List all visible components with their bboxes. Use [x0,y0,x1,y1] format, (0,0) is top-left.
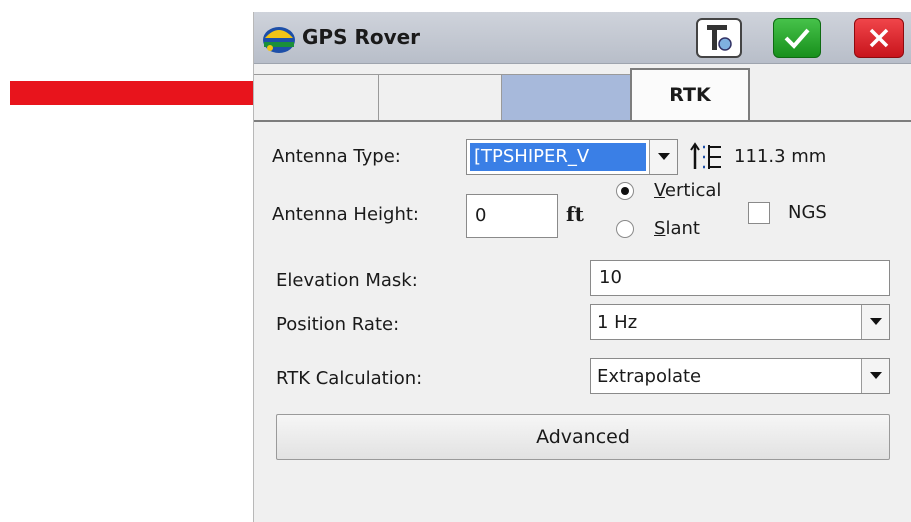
slant-radio[interactable] [616,220,634,238]
vertical-label: Vertical [654,180,722,201]
close-icon [869,28,889,48]
ngs-checkbox[interactable] [748,202,770,224]
antenna-type-select[interactable]: [TPSHIPER_V [466,139,678,175]
title-bar: GPS Rover [254,12,911,64]
rtk-panel: Antenna Type: [TPSHIPER_V 111.3 mm Anten… [254,120,911,522]
antenna-height-input[interactable]: 0 [466,194,558,238]
position-rate-select[interactable]: 1 Hz [590,304,890,340]
tab-rtk[interactable]: RTK [630,68,750,120]
slant-label: Slant [654,218,700,239]
tab-rtk-label: RTK [669,84,711,106]
antenna-type-value: [TPSHIPER_V [470,143,646,171]
ok-button[interactable] [773,18,821,58]
elevation-mask-label: Elevation Mask: [276,270,418,291]
gps-rover-helmet-icon [263,27,295,53]
tab-strip: RTK [254,64,911,122]
antenna-list-icon [690,142,721,169]
window-title: GPS Rover [302,25,421,49]
position-rate-value: 1 Hz [597,311,638,333]
antenna-list-button[interactable] [686,139,726,175]
settings-icon [707,25,732,51]
elevation-mask-input[interactable]: 10 [590,260,890,296]
advanced-button[interactable]: Advanced [276,414,890,460]
chevron-down-icon[interactable] [861,305,889,339]
cancel-button[interactable] [854,18,904,58]
settings-button[interactable] [696,18,742,58]
antenna-height-unit: ft [566,202,584,226]
tab-1[interactable] [254,74,380,120]
tab-2[interactable] [378,74,502,120]
position-rate-label: Position Rate: [276,314,400,335]
antenna-offset-value: 111.3 mm [734,146,827,167]
antenna-height-label: Antenna Height: [272,204,419,225]
tab-3[interactable] [501,74,631,120]
advanced-label: Advanced [536,426,630,448]
gps-rover-window: GPS Rover RTK Antenna Type: [TPSHIPER_V … [253,12,911,522]
ngs-label: NGS [788,202,827,223]
chevron-down-icon[interactable] [861,359,889,393]
rtk-calculation-label: RTK Calculation: [276,368,423,389]
antenna-type-label: Antenna Type: [272,146,401,167]
vertical-radio[interactable] [616,182,634,200]
checkmark-icon [784,28,810,49]
rtk-calculation-value: Extrapolate [597,365,702,387]
chevron-down-icon[interactable] [649,140,677,174]
rtk-calculation-select[interactable]: Extrapolate [590,358,890,394]
